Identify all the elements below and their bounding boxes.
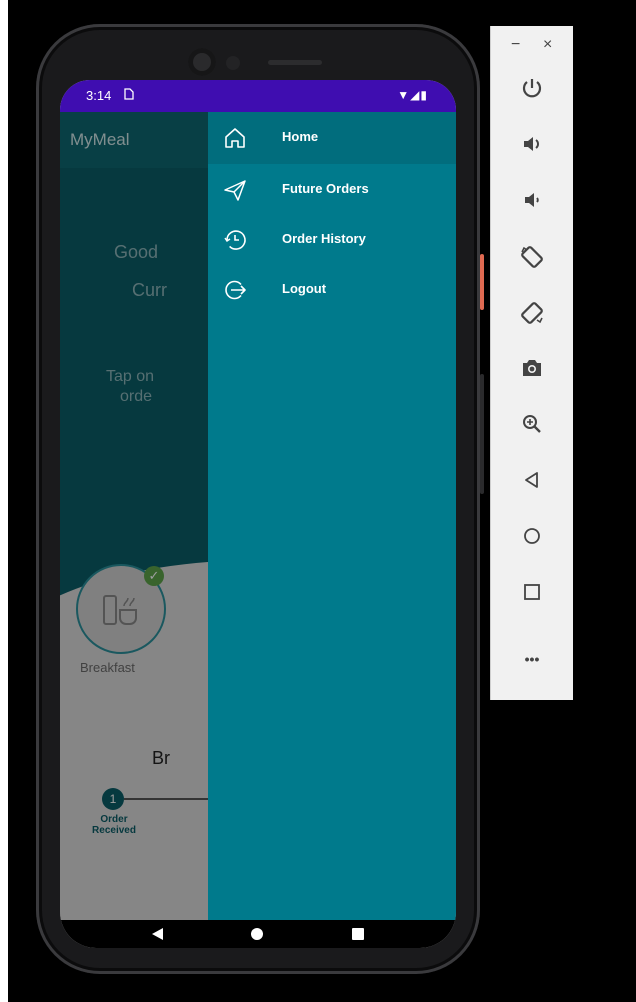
volume-down-icon xyxy=(525,193,539,207)
drawer-item-label: Home xyxy=(282,129,319,144)
drawer-item-future-orders[interactable]: Future Orders xyxy=(208,164,456,216)
drawer-item-label: Order History xyxy=(282,231,366,246)
back-tool-button[interactable] xyxy=(513,468,551,506)
emulator-panel: − × ••• xyxy=(490,26,573,700)
volume-rocker[interactable] xyxy=(480,374,484,494)
screenshot-button[interactable] xyxy=(513,356,551,394)
rotate-left-button[interactable] xyxy=(513,244,551,282)
power-button[interactable] xyxy=(480,254,484,310)
phone-frame: 3:14 ▼◢▮ MyMeal Good Curr Tap on orde ✓ … xyxy=(36,24,484,974)
home-icon xyxy=(225,128,245,148)
overview-tool-button[interactable] xyxy=(513,580,551,618)
close-button[interactable]: × xyxy=(543,36,552,54)
proximity-sensor xyxy=(226,56,240,70)
device-screen: 3:14 ▼◢▮ MyMeal Good Curr Tap on orde ✓ … xyxy=(60,80,456,948)
zoom-in-icon xyxy=(523,415,541,433)
back-triangle-icon xyxy=(525,472,538,488)
power-tool-button[interactable] xyxy=(513,76,551,114)
home-tool-button[interactable] xyxy=(513,524,551,562)
camera-icon xyxy=(523,360,541,376)
rotate-right-button[interactable] xyxy=(513,300,551,338)
volume-up-icon xyxy=(524,137,539,151)
drawer-item-home[interactable]: Home xyxy=(208,112,456,164)
zoom-button[interactable] xyxy=(513,412,551,450)
sim-card-icon xyxy=(124,88,134,103)
system-nav-bar xyxy=(60,920,456,948)
drawer-item-label: Logout xyxy=(282,281,327,296)
volume-up-button[interactable] xyxy=(513,132,551,170)
logout-icon xyxy=(225,280,246,300)
navigation-drawer: Home Future Orders Order History Logout xyxy=(208,112,456,920)
history-clock-icon xyxy=(224,230,246,250)
home-circle-outline-icon xyxy=(524,528,540,544)
power-icon xyxy=(522,79,542,98)
paper-plane-icon xyxy=(224,180,246,201)
status-bar: 3:14 ▼◢▮ xyxy=(60,80,456,112)
overview-square-icon xyxy=(524,584,540,600)
signal-wifi-battery-icons: ▼◢▮ xyxy=(397,88,428,102)
drawer-item-logout[interactable]: Logout xyxy=(208,264,456,316)
more-options-button[interactable]: ••• xyxy=(513,640,551,678)
minimize-button[interactable]: − xyxy=(511,36,520,54)
earpiece-speaker xyxy=(268,60,322,65)
home-circle-icon[interactable] xyxy=(251,928,263,940)
rotate-left-icon xyxy=(521,246,543,268)
clock: 3:14 xyxy=(86,88,112,103)
rotate-right-icon xyxy=(521,302,543,324)
volume-down-button[interactable] xyxy=(513,188,551,226)
front-camera xyxy=(188,48,216,76)
back-icon[interactable] xyxy=(152,928,164,940)
drawer-item-label: Future Orders xyxy=(282,181,369,196)
drawer-item-order-history[interactable]: Order History xyxy=(208,214,456,266)
recents-icon[interactable] xyxy=(352,928,364,940)
